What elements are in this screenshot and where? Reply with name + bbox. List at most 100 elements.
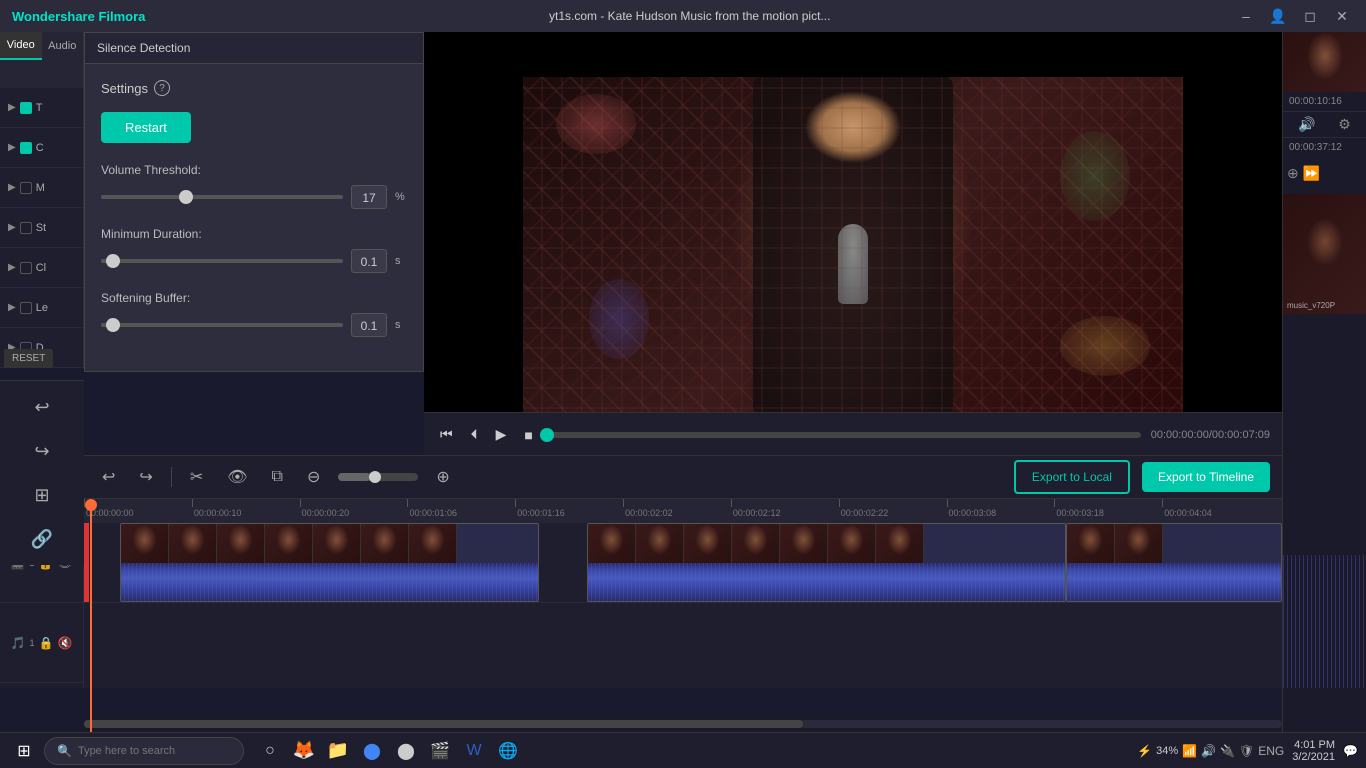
clip-audio-wave-3	[1067, 563, 1281, 602]
playhead[interactable]	[90, 499, 92, 732]
timeline-ruler: 00:00:00:00 00:00:00:10 00:00:00:20 00:0…	[84, 499, 1282, 523]
play-button[interactable]: ▶	[492, 422, 511, 447]
taskbar-icon-edge[interactable]: 🌐	[494, 737, 522, 765]
track-item-m[interactable]: ▶M	[0, 168, 83, 208]
softening-slider-row: 0.1 s	[101, 313, 407, 337]
window-controls: – 👤 ◻ ✕	[1234, 4, 1354, 28]
minimum-duration-value[interactable]: 0.1	[351, 249, 387, 273]
right-panel-thumbnail-strip: music_v720P	[1283, 194, 1366, 314]
softening-buffer-value[interactable]: 0.1	[351, 313, 387, 337]
tray-icon-lang: ENG	[1258, 744, 1284, 758]
copy-button[interactable]: ⧉	[266, 464, 289, 490]
tray-icon-wifi: 📶	[1182, 744, 1197, 758]
start-button[interactable]: ⊞	[8, 737, 40, 765]
right-panel-time-1: 00:00:10:16	[1283, 92, 1366, 112]
right-panel-time-2: 00:00:37:12	[1283, 137, 1366, 157]
link-button[interactable]: 🔗	[24, 521, 60, 557]
taskbar-icon-filmora[interactable]: 🎬	[426, 737, 454, 765]
rp-settings-button[interactable]: ⚙	[1338, 116, 1351, 133]
audio-track-number: 1	[30, 638, 35, 648]
right-panel: 00:00:10:16 🔊 ⚙ 00:00:37:12 ⊕ ⏩ music_v7…	[1282, 32, 1366, 768]
tab-audio[interactable]: Audio	[42, 32, 84, 60]
ruler-marks: 00:00:00:00 00:00:00:10 00:00:00:20 00:0…	[84, 499, 1282, 523]
taskbar-icon-chrome2[interactable]: ⬤	[392, 737, 420, 765]
prev-frame-button[interactable]: ⏴	[467, 422, 482, 447]
reset-button[interactable]: RESET	[4, 349, 53, 368]
rp-add-button[interactable]: ⊕	[1287, 165, 1299, 182]
audio-lock-icon[interactable]: 🔒	[39, 636, 54, 650]
video-track-content	[84, 523, 1282, 602]
right-panel-controls: 🔊 ⚙	[1283, 112, 1366, 137]
plus-button[interactable]: ⊕	[430, 463, 455, 491]
clip-audio-wave-2	[588, 563, 1065, 602]
minus-button[interactable]: ⊖	[301, 463, 326, 491]
softening-slider-track[interactable]	[101, 323, 343, 327]
track-item-st[interactable]: ▶St	[0, 208, 83, 248]
taskbar-icon-cortana[interactable]: ○	[256, 737, 284, 765]
user-button[interactable]: 👤	[1266, 4, 1290, 28]
rp-volume-button[interactable]: 🔊	[1298, 116, 1315, 133]
volume-threshold-unit: %	[395, 191, 407, 203]
restore-button[interactable]: ◻	[1298, 4, 1322, 28]
ruler-mark-6: 00:00:02:12	[731, 499, 781, 518]
stop-button[interactable]: ■	[520, 423, 536, 447]
export-timeline-button[interactable]: Export to Timeline	[1142, 462, 1270, 492]
rp-fast-forward-button[interactable]: ⏩	[1303, 165, 1320, 182]
add-media-button[interactable]: ⊞	[24, 477, 60, 513]
restart-button[interactable]: Restart	[101, 112, 191, 143]
track-item-c[interactable]: ▶C	[0, 128, 83, 168]
search-input[interactable]	[78, 745, 218, 757]
volume-slider-track[interactable]	[101, 195, 343, 199]
undo-toolbar-button[interactable]: ↩	[96, 463, 121, 491]
undo-button[interactable]: ↩	[24, 389, 60, 425]
right-audio-strip	[1282, 555, 1366, 688]
cut-button[interactable]: ✂	[184, 463, 209, 491]
battery-indicator: 34%	[1156, 745, 1178, 757]
min-dur-slider-track[interactable]	[101, 259, 343, 263]
ruler-mark-5: 00:00:02:02	[623, 499, 673, 518]
zoom-thumb[interactable]	[369, 471, 381, 483]
volume-threshold-value[interactable]: 17	[351, 185, 387, 209]
taskbar-icon-chrome[interactable]: ⬤	[358, 737, 386, 765]
tray-icon-network: 🔌	[1220, 744, 1235, 758]
ruler-mark-8: 00:00:03:08	[947, 499, 997, 518]
right-panel-label: music_v720P	[1287, 301, 1335, 310]
taskbar-search[interactable]: 🔍	[44, 737, 244, 765]
video-clip-1[interactable]	[120, 523, 539, 602]
minimize-button[interactable]: –	[1234, 4, 1258, 28]
video-clip-2[interactable]	[587, 523, 1066, 602]
audio-track-icon: 🎵	[11, 636, 26, 650]
min-dur-slider-row: 0.1 s	[101, 249, 407, 273]
zoom-slider[interactable]	[338, 473, 418, 481]
video-content	[523, 57, 1183, 427]
video-clip-3[interactable]	[1066, 523, 1282, 602]
taskbar-icon-word[interactable]: W	[460, 737, 488, 765]
sidebar-actions: ↩ ↪ ⊞ 🔗	[0, 380, 84, 565]
audio-mute-icon[interactable]: 🔇	[57, 636, 72, 650]
minimum-duration-param: Minimum Duration: 0.1 s	[101, 227, 407, 273]
toolbar-separator-1	[171, 467, 172, 487]
tray-icon-volume: 🔊	[1201, 744, 1216, 758]
redo-toolbar-button[interactable]: ↪	[133, 463, 158, 491]
taskbar-icon-folder[interactable]: 📁	[324, 737, 352, 765]
eye-button[interactable]: 👁	[221, 463, 253, 491]
step-back-button[interactable]: ⏮	[436, 422, 457, 447]
help-icon[interactable]: ?	[154, 80, 170, 96]
h-scroll-track[interactable]	[84, 720, 1282, 728]
export-local-button[interactable]: Export to Local	[1014, 460, 1130, 494]
right-panel-preview	[1283, 32, 1366, 92]
playback-progress[interactable]	[547, 432, 1141, 438]
track-start-marker	[84, 523, 89, 602]
track-item-cl[interactable]: ▶Cl	[0, 248, 83, 288]
softening-buffer-unit: s	[395, 319, 407, 331]
tab-video[interactable]: Video	[0, 32, 42, 60]
h-scroll-thumb[interactable]	[84, 720, 803, 728]
window-title: yt1s.com - Kate Hudson Music from the mo…	[145, 9, 1234, 23]
notification-button[interactable]: 💬	[1343, 744, 1358, 758]
track-item-le[interactable]: ▶Le	[0, 288, 83, 328]
taskbar-clock[interactable]: 4:01 PM 3/2/2021	[1292, 739, 1335, 763]
close-button[interactable]: ✕	[1330, 4, 1354, 28]
taskbar-icon-firefox[interactable]: 🦊	[290, 737, 318, 765]
track-item-t[interactable]: ▶T	[0, 88, 83, 128]
redo-button[interactable]: ↪	[24, 433, 60, 469]
